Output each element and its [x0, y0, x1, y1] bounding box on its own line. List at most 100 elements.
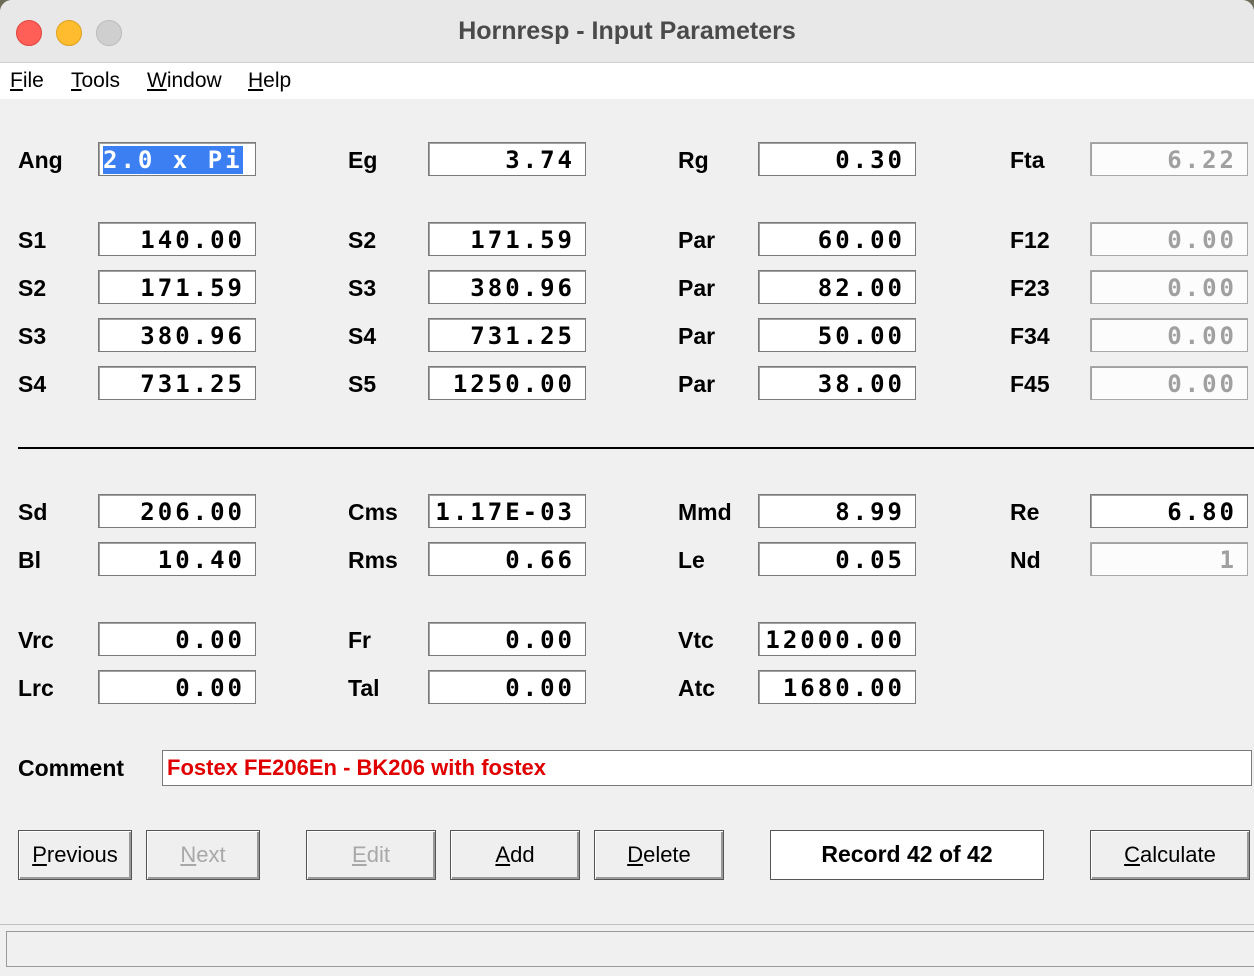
- label-s1: S1: [18, 227, 47, 253]
- label-vrc: Vrc: [18, 627, 54, 653]
- field-s2[interactable]: 171.59: [98, 270, 256, 304]
- label-s4: S4: [18, 371, 47, 397]
- label-par-4: Par: [678, 371, 716, 397]
- field-par-1[interactable]: 60.00: [758, 222, 916, 256]
- field-s3[interactable]: 380.96: [98, 318, 256, 352]
- previous-label: revious: [46, 842, 118, 867]
- field-par-3[interactable]: 50.00: [758, 318, 916, 352]
- label-mmd: Mmd: [678, 499, 732, 525]
- delete-button[interactable]: Delete: [594, 830, 724, 880]
- label-sd: Sd: [18, 499, 48, 525]
- field-mmd[interactable]: 8.99: [758, 494, 916, 528]
- label-par-1: Par: [678, 227, 716, 253]
- field-par-2[interactable]: 82.00: [758, 270, 916, 304]
- calculate-label: alculate: [1140, 842, 1216, 867]
- hornresp-window: Hornresp - Input Parameters File Tools W…: [0, 0, 1254, 976]
- edit-label: dit: [366, 842, 390, 867]
- field-s1[interactable]: 140.00: [98, 222, 256, 256]
- label-bl: Bl: [18, 547, 41, 573]
- menu-help[interactable]: Help: [248, 69, 291, 93]
- field-f34: 0.00: [1090, 318, 1248, 352]
- label-vtc: Vtc: [678, 627, 714, 653]
- field-rg[interactable]: 0.30: [758, 142, 916, 176]
- field-cms[interactable]: 1.17E-03: [428, 494, 586, 528]
- menu-tools[interactable]: Tools: [71, 69, 120, 93]
- label-fr: Fr: [348, 627, 371, 653]
- field-par-4[interactable]: 38.00: [758, 366, 916, 400]
- previous-button[interactable]: Previous: [18, 830, 132, 880]
- field-f23: 0.00: [1090, 270, 1248, 304]
- label-f45: F45: [1010, 371, 1050, 397]
- field-fr[interactable]: 0.00: [428, 622, 586, 656]
- window-title: Hornresp - Input Parameters: [458, 17, 796, 45]
- add-label: dd: [510, 842, 535, 867]
- field-ang-selected-text: 2.0 x Pi: [103, 146, 243, 174]
- section-divider: [18, 447, 1254, 449]
- field-s4-right[interactable]: 731.25: [428, 318, 586, 352]
- label-comment: Comment: [18, 755, 125, 781]
- field-bl[interactable]: 10.40: [98, 542, 256, 576]
- label-re: Re: [1010, 499, 1040, 525]
- field-f12: 0.00: [1090, 222, 1248, 256]
- label-f23: F23: [1010, 275, 1050, 301]
- field-lrc[interactable]: 0.00: [98, 670, 256, 704]
- field-fta: 6.22: [1090, 142, 1248, 176]
- label-le: Le: [678, 547, 705, 573]
- record-indicator: Record 42 of 42: [770, 830, 1044, 880]
- menu-file-rest: ile: [22, 69, 44, 92]
- label-s4-right: S4: [348, 323, 377, 349]
- status-bar: [0, 924, 1254, 976]
- field-tal[interactable]: 0.00: [428, 670, 586, 704]
- delete-mnemonic: D: [627, 842, 644, 867]
- field-s2-right[interactable]: 171.59: [428, 222, 586, 256]
- next-label: ext: [196, 842, 226, 867]
- field-re[interactable]: 6.80: [1090, 494, 1248, 528]
- edit-mnemonic: E: [352, 842, 367, 867]
- next-button: Next: [146, 830, 260, 880]
- menu-help-rest: elp: [263, 69, 292, 92]
- add-button[interactable]: Add: [450, 830, 580, 880]
- label-s3-right: S3: [348, 275, 377, 301]
- field-vrc[interactable]: 0.00: [98, 622, 256, 656]
- label-f34: F34: [1010, 323, 1050, 349]
- field-atc[interactable]: 1680.00: [758, 670, 916, 704]
- title-bar: Hornresp - Input Parameters: [0, 0, 1254, 63]
- label-eg: Eg: [348, 147, 378, 173]
- label-s2-right: S2: [348, 227, 377, 253]
- comment-field[interactable]: Fostex FE206En - BK206 with fostex: [162, 750, 1252, 786]
- label-f12: F12: [1010, 227, 1050, 253]
- label-s2: S2: [18, 275, 47, 301]
- menu-tools-rest: ools: [81, 69, 121, 92]
- status-panel: [6, 931, 1254, 967]
- field-s5[interactable]: 1250.00: [428, 366, 586, 400]
- field-nd: 1: [1090, 542, 1248, 576]
- field-vtc[interactable]: 12000.00: [758, 622, 916, 656]
- label-cms: Cms: [348, 499, 398, 525]
- label-fta: Fta: [1010, 147, 1045, 173]
- menu-file[interactable]: File: [10, 69, 44, 93]
- field-eg[interactable]: 3.74: [428, 142, 586, 176]
- label-s3: S3: [18, 323, 47, 349]
- field-ang[interactable]: 2.0 x Pi: [98, 142, 256, 176]
- label-lrc: Lrc: [18, 675, 54, 701]
- add-mnemonic: A: [495, 842, 511, 867]
- field-s4[interactable]: 731.25: [98, 366, 256, 400]
- label-par-2: Par: [678, 275, 716, 301]
- label-ang: Ang: [18, 147, 63, 173]
- menu-window[interactable]: Window: [147, 69, 222, 93]
- field-rms[interactable]: 0.66: [428, 542, 586, 576]
- calculate-button[interactable]: Calculate: [1090, 830, 1250, 880]
- calculate-mnemonic: C: [1124, 842, 1141, 867]
- label-atc: Atc: [678, 675, 716, 701]
- field-f45: 0.00: [1090, 366, 1248, 400]
- field-sd[interactable]: 206.00: [98, 494, 256, 528]
- menu-bar: File Tools Window Help: [0, 63, 1254, 99]
- field-le[interactable]: 0.05: [758, 542, 916, 576]
- delete-label: elete: [643, 842, 691, 867]
- previous-mnemonic: P: [32, 842, 47, 867]
- field-s3-right[interactable]: 380.96: [428, 270, 586, 304]
- next-mnemonic: N: [180, 842, 197, 867]
- edit-button: Edit: [306, 830, 436, 880]
- label-tal: Tal: [348, 675, 380, 701]
- label-rms: Rms: [348, 547, 398, 573]
